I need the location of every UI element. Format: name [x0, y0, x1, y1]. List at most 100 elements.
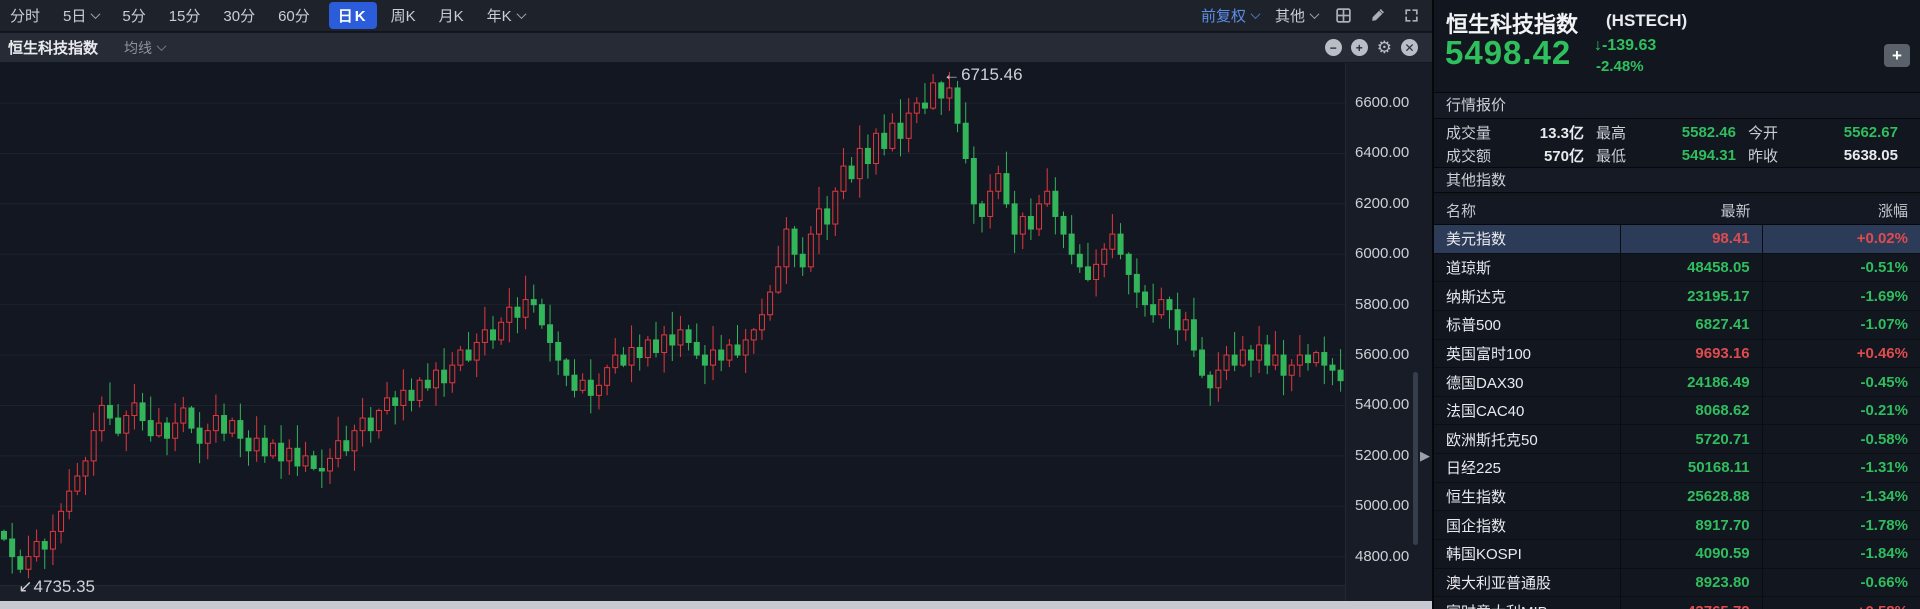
index-row-国企指数[interactable]: 国企指数8917.70-1.78% [1434, 511, 1920, 540]
index-row-德国DAX30[interactable]: 德国DAX3024186.49-0.45% [1434, 368, 1920, 397]
y-axis-label: 6600.00 [1355, 94, 1409, 111]
index-row-法国CAC40[interactable]: 法国CAC408068.62-0.21% [1434, 397, 1920, 426]
layout-grid-icon[interactable] [1334, 7, 1352, 25]
quote-label: 最低 [1596, 145, 1626, 166]
y-axis-label: 6000.00 [1355, 245, 1409, 262]
y-axis-label: 4800.00 [1355, 548, 1409, 565]
period-tab-月K[interactable]: 月K [439, 5, 464, 26]
index-last: 98.41 [1621, 225, 1762, 253]
index-last: 43765.72 [1621, 597, 1762, 609]
peak-value: 6715.46 [961, 65, 1022, 84]
index-change: -1.31% [1763, 454, 1920, 482]
index-change: -1.78% [1763, 511, 1920, 539]
quote-label: 昨收 [1748, 145, 1778, 166]
period-tab-年K[interactable]: 年K [487, 5, 525, 26]
adjust-mode-dropdown[interactable]: 前复权 [1201, 5, 1259, 26]
quote-label: 今开 [1748, 122, 1778, 143]
quote-label: 成交量 [1446, 122, 1491, 143]
other-label: 其他 [1275, 5, 1305, 26]
index-row-富时意大利MIB[interactable]: 富时意大利MIB43765.72+0.58% [1434, 597, 1920, 609]
quote-最低: 最低 5494.31 [1596, 144, 1748, 166]
quote-成交额: 成交额 570亿 [1446, 144, 1596, 166]
index-row-欧洲斯托克50[interactable]: 欧洲斯托克505720.71-0.58% [1434, 425, 1920, 454]
candlestick-canvas[interactable] [0, 63, 1345, 602]
period-tabs: 分时 5日 5分 15分 30分 60分日K 周K 月K 年K [10, 2, 548, 29]
chevron-down-icon [157, 41, 167, 51]
index-name: 美元指数 [1434, 225, 1621, 253]
index-row-美元指数[interactable]: 美元指数98.41+0.02% [1434, 225, 1920, 254]
indices-table-body: 美元指数98.41+0.02%道琼斯48458.05-0.51%纳斯达克2319… [1434, 225, 1920, 609]
price-change: ↓-139.63 [1594, 37, 1656, 55]
index-change: -0.21% [1763, 397, 1920, 425]
index-last: 25628.88 [1621, 483, 1762, 511]
chevron-down-icon [516, 9, 526, 19]
index-last: 23195.17 [1621, 282, 1762, 310]
panel-collapse-icon[interactable]: ▶ [1420, 448, 1430, 464]
close-icon[interactable]: ✕ [1401, 39, 1418, 56]
index-row-韩国KOSPI[interactable]: 韩国KOSPI4090.59-1.84% [1434, 540, 1920, 569]
period-tab-60分[interactable]: 60分 [278, 5, 310, 26]
y-axis: 6600.006400.006200.006000.005800.005600.… [1345, 63, 1432, 601]
settings-gear-icon[interactable]: ⚙ [1377, 39, 1392, 56]
quote-value: 5582.46 [1682, 124, 1748, 141]
period-tab-周K[interactable]: 周K [391, 5, 416, 26]
index-row-澳大利亚普通股[interactable]: 澳大利亚普通股8923.80-0.66% [1434, 569, 1920, 598]
quote-今开: 今开 5562.67 [1748, 121, 1900, 143]
chart-symbol-label: 恒生科技指数 [8, 37, 98, 58]
index-row-道琼斯[interactable]: 道琼斯48458.05-0.51% [1434, 254, 1920, 283]
quote-value: 5638.05 [1844, 147, 1900, 164]
index-row-纳斯达克[interactable]: 纳斯达克23195.17-1.69% [1434, 282, 1920, 311]
y-axis-label: 5400.00 [1355, 396, 1409, 413]
index-change: -0.51% [1763, 254, 1920, 282]
zoom-out-icon[interactable]: − [1325, 39, 1342, 56]
index-change: +0.46% [1763, 340, 1920, 368]
index-change: +0.58% [1763, 597, 1920, 609]
stock-chart-window: 分时 5日 5分 15分 30分 60分日K 周K 月K 年K 前复权 其他 恒生科技指数 均线… [0, 0, 1920, 609]
down-left-arrow-icon: ↙ [18, 577, 32, 596]
index-name: 恒生指数 [1434, 483, 1621, 511]
index-row-恒生指数[interactable]: 恒生指数25628.88-1.34% [1434, 483, 1920, 512]
index-row-标普500[interactable]: 标普5006827.41-1.07% [1434, 311, 1920, 340]
quote-value: 5562.67 [1844, 124, 1900, 141]
index-ticker: (HSTECH) [1606, 11, 1687, 31]
index-row-日经225[interactable]: 日经22550168.11-1.31% [1434, 454, 1920, 483]
index-name: 英国富时100 [1434, 340, 1621, 368]
quote-label: 成交额 [1446, 145, 1491, 166]
period-tab-5分[interactable]: 5分 [122, 5, 145, 26]
index-row-英国富时100[interactable]: 英国富时1009693.16+0.46% [1434, 340, 1920, 369]
y-axis-label: 6200.00 [1355, 195, 1409, 212]
period-toolbar: 分时 5日 5分 15分 30分 60分日K 周K 月K 年K 前复权 其他 [0, 0, 1432, 32]
ma-dropdown[interactable]: 均线 [124, 38, 165, 58]
scrollbar-thumb[interactable] [1413, 372, 1418, 545]
change-value: -139.63 [1602, 37, 1656, 54]
col-header-name: 名称 [1434, 196, 1621, 224]
index-change: +0.02% [1763, 225, 1920, 253]
period-tab-30分[interactable]: 30分 [223, 5, 255, 26]
expand-icon[interactable] [1402, 7, 1420, 25]
section-indices-title: 其他指数 [1434, 167, 1920, 193]
period-tab-分时[interactable]: 分时 [10, 5, 40, 26]
index-change: -1.34% [1763, 483, 1920, 511]
index-name: 国企指数 [1434, 511, 1621, 539]
period-tab-日K[interactable]: 日K [329, 2, 377, 29]
index-name: 德国DAX30 [1434, 368, 1621, 396]
bottom-divider-strip [0, 601, 1432, 609]
quote-value: 5494.31 [1682, 147, 1748, 164]
candlestick-chart[interactable]: 6600.006400.006200.006000.005800.005600.… [0, 63, 1432, 609]
quote-value: 570亿 [1544, 145, 1596, 166]
other-dropdown[interactable]: 其他 [1275, 5, 1318, 26]
index-last: 9693.16 [1621, 340, 1762, 368]
zoom-in-icon[interactable]: + [1351, 39, 1368, 56]
trough-value: 4735.35 [34, 577, 95, 596]
period-tab-5日[interactable]: 5日 [63, 5, 99, 26]
index-change: -0.66% [1763, 569, 1920, 597]
index-name: 韩国KOSPI [1434, 540, 1621, 568]
add-to-watchlist-button[interactable]: + [1884, 44, 1910, 67]
quote-side-panel: 恒生科技指数 (HSTECH) 5498.42 ↓-139.63 -2.48% … [1432, 0, 1920, 609]
period-tab-15分[interactable]: 15分 [169, 5, 201, 26]
last-price: 5498.42 [1445, 34, 1571, 72]
section-quote-title: 行情报价 [1434, 93, 1920, 119]
index-name: 道琼斯 [1434, 254, 1621, 282]
chart-pane: 分时 5日 5分 15分 30分 60分日K 周K 月K 年K 前复权 其他 恒生科技指数 均线… [0, 0, 1432, 609]
brush-icon[interactable] [1368, 7, 1386, 25]
